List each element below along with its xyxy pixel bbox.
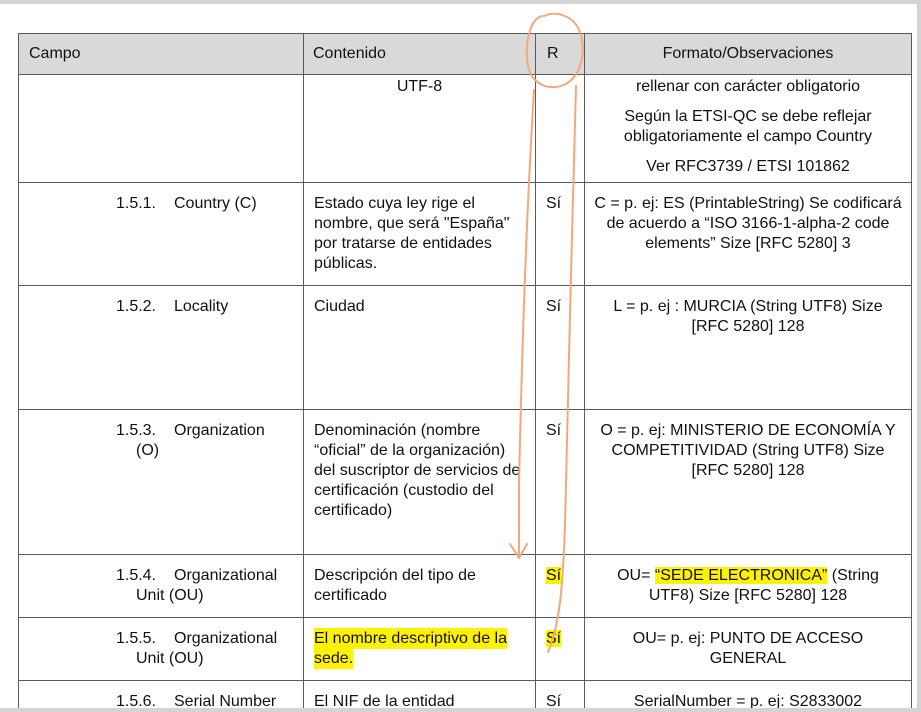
cell-formato: L = p. ej : MURCIA (String UTF8) Size [R… — [584, 285, 912, 410]
cell-r — [535, 74, 585, 183]
cell-formato: rellenar con carácter obligatorio Según … — [584, 74, 912, 183]
formato-line: rellenar con carácter obligatorio — [635, 78, 861, 95]
cell-campo — [18, 74, 304, 183]
field-name-cont: (O) — [136, 442, 160, 459]
certificate-fields-table: Campo Contenido R Formato/Observaciones … — [18, 33, 912, 708]
cell-contenido: Descripción del tipo de certificado — [303, 554, 536, 618]
cell-campo: 1.5.2. Locality — [18, 285, 304, 410]
field-name-cont: Unit (OU) — [136, 587, 204, 604]
cell-contenido: Estado cuya ley rige el nombre, que será… — [303, 182, 536, 286]
field-name: Organizational — [174, 567, 278, 584]
field-name: Country (C) — [174, 195, 257, 212]
window-bottom-border — [0, 708, 921, 712]
header-formato: Formato/Observaciones — [584, 33, 912, 75]
header-campo: Campo — [18, 33, 304, 75]
header-r: R — [535, 33, 585, 75]
cell-campo: 1.5.6. Serial Number — [18, 680, 304, 708]
cell-campo: 1.5.3. Organization (O) — [18, 409, 304, 555]
cell-formato: C = p. ej: ES (PrintableString) Se codif… — [584, 182, 912, 286]
cell-contenido: El nombre descriptivo de la sede. — [303, 617, 536, 681]
table-row: 1.5.4. Organizational Unit (OU) Descripci… — [18, 554, 912, 618]
cell-r: Sí — [535, 680, 585, 708]
field-number: 1.5.2. — [115, 298, 156, 315]
field-number: 1.5.1. — [115, 195, 156, 212]
cell-campo: 1.5.4. Organizational Unit (OU) — [18, 554, 304, 618]
field-name: Organization — [174, 422, 265, 439]
cell-contenido: UTF-8 — [303, 74, 536, 183]
table-row: 1.5.6. Serial Number El NIF de la entidad… — [18, 680, 912, 708]
cell-r: Sí — [535, 554, 585, 618]
field-number: 1.5.5. — [115, 630, 156, 647]
cell-contenido: Denominación (nombre “oficial” de la org… — [303, 409, 536, 555]
field-name: Locality — [174, 298, 229, 315]
cell-contenido-text: UTF-8 — [396, 78, 443, 95]
table-row: UTF-8 rellenar con carácter obligatorio … — [18, 74, 912, 183]
highlighted-si: Sí — [546, 567, 562, 584]
highlighted-sede-electronica: “SEDE ELECTRONICA” — [654, 567, 828, 584]
table-row: 1.5.5. Organizational Unit (OU) El nombre… — [18, 617, 912, 681]
table-row: 1.5.2. Locality Ciudad Sí L = p. ej : MUR… — [18, 285, 912, 410]
field-name-cont: Unit (OU) — [136, 650, 204, 667]
formato-prefix: OU= — [617, 567, 655, 584]
header-contenido: Contenido — [303, 33, 536, 75]
table-row: 1.5.1. Country (C) Estado cuya ley rige e… — [18, 182, 912, 286]
table-row: 1.5.3. Organization (O) Denominación (nom… — [18, 409, 912, 555]
cell-campo: 1.5.1. Country (C) — [18, 182, 304, 286]
cell-formato: OU= p. ej: PUNTO DE ACCESO GENERAL — [584, 617, 912, 681]
cell-contenido: Ciudad — [303, 285, 536, 410]
cell-formato: OU= “SEDE ELECTRONICA” (String UTF8) Siz… — [584, 554, 912, 618]
field-number: 1.5.3. — [115, 422, 156, 439]
cell-r: Sí — [535, 617, 585, 681]
table-header-row: Campo Contenido R Formato/Observaciones — [18, 33, 912, 75]
field-name: Serial Number — [174, 693, 277, 708]
cell-formato: SerialNumber = p. ej: S2833002 — [584, 680, 912, 708]
cell-campo: 1.5.5. Organizational Unit (OU) — [18, 617, 304, 681]
cell-formato: O = p. ej: MINISTERIO DE ECONOMÍA Y COMP… — [584, 409, 912, 555]
field-number: 1.5.6. — [115, 693, 156, 708]
document-page: Campo Contenido R Formato/Observaciones … — [0, 4, 917, 708]
cell-r: Sí — [535, 182, 585, 286]
highlighted-si: Sí — [546, 630, 562, 647]
window-right-border — [917, 0, 921, 712]
field-name: Organizational — [174, 630, 278, 647]
cell-r: Sí — [535, 409, 585, 555]
formato-line: Según la ETSI-QC se debe reflejar obliga… — [623, 108, 873, 145]
cell-contenido: El NIF de la entidad — [303, 680, 536, 708]
highlighted-descripcion: El nombre descriptivo de la sede. — [314, 628, 507, 669]
cell-r: Sí — [535, 285, 585, 410]
field-number: 1.5.4. — [115, 567, 156, 584]
formato-line: Ver RFC3739 / ETSI 101862 — [646, 158, 850, 175]
